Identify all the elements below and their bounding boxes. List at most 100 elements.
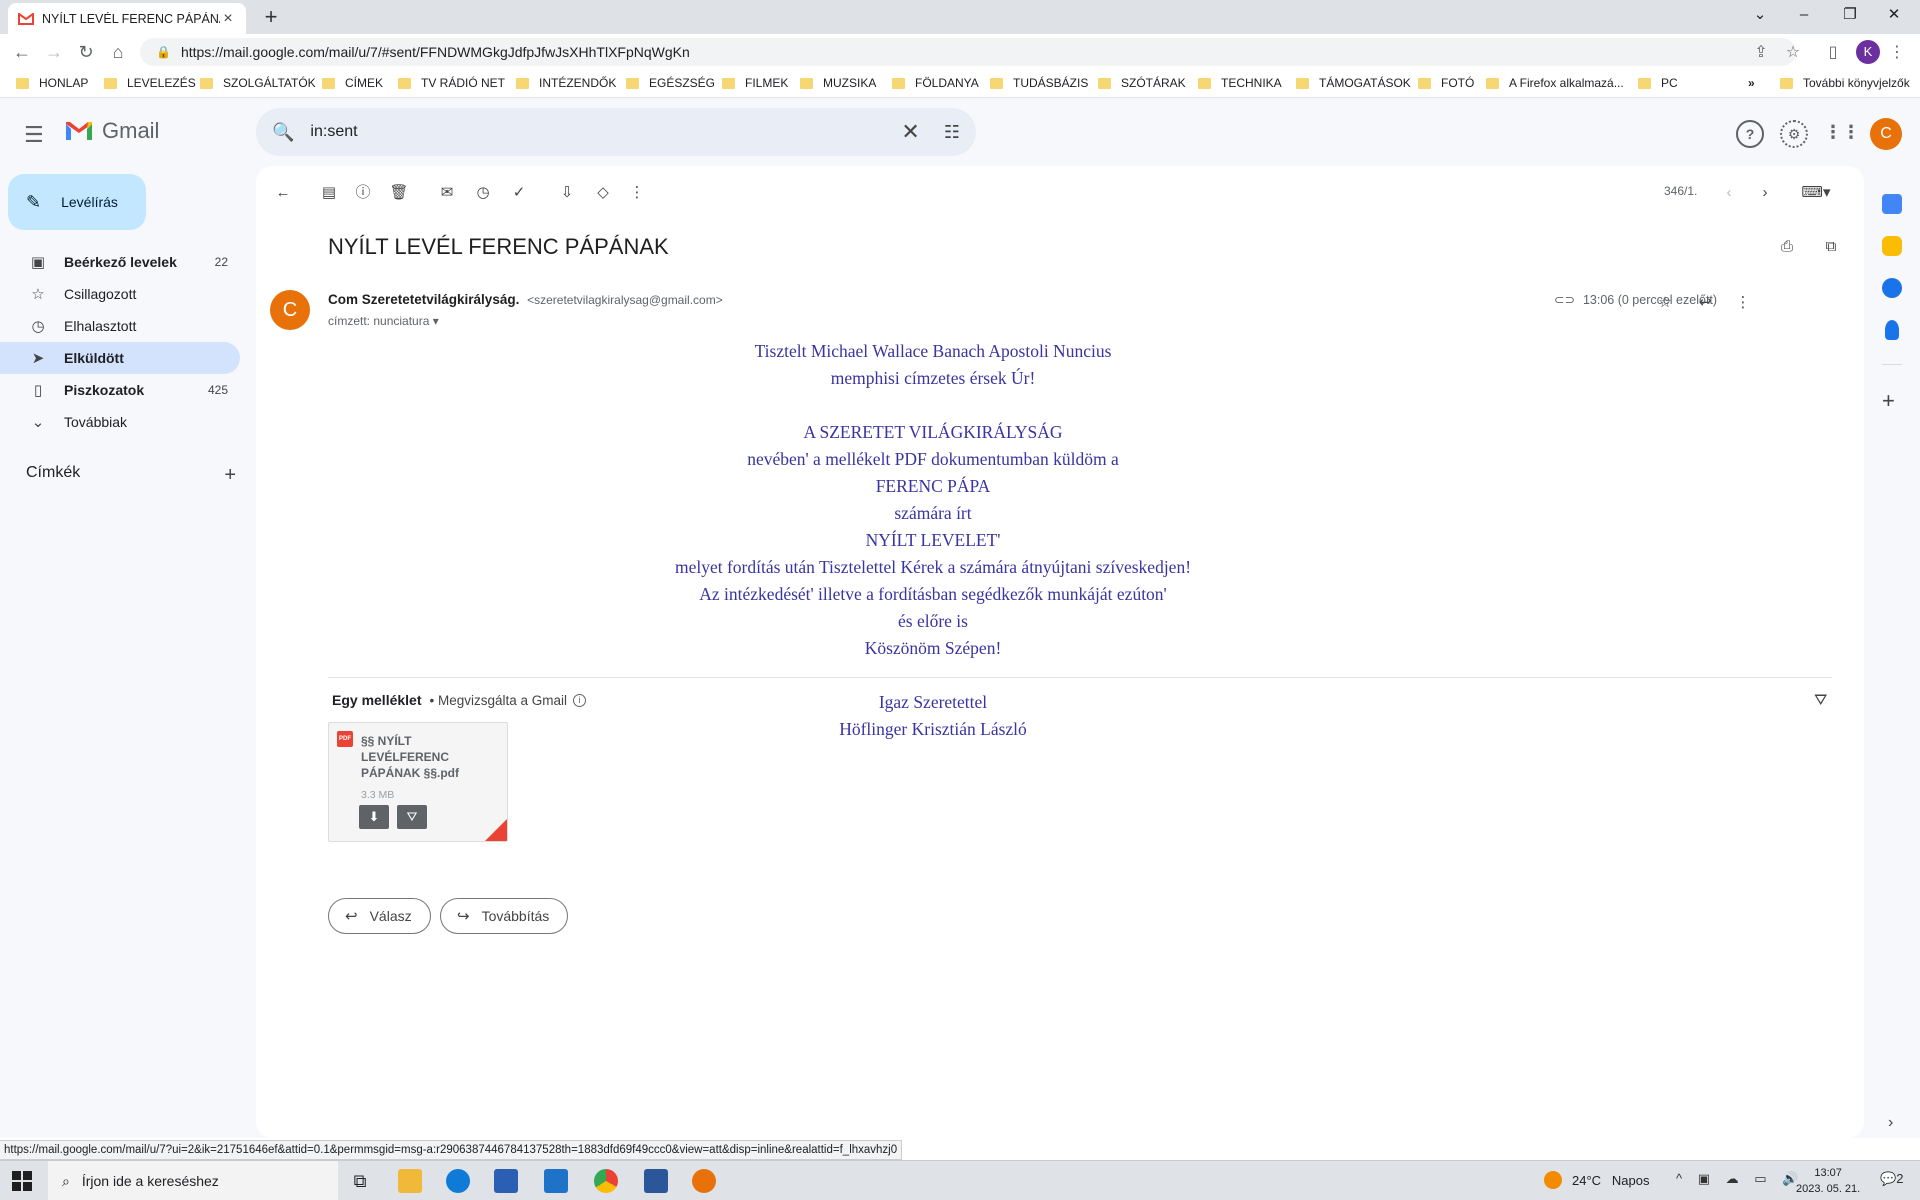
- back-to-list-icon[interactable]: ←: [272, 182, 294, 204]
- print-icon[interactable]: ⎙: [1776, 236, 1798, 258]
- caret-down-icon[interactable]: ▾: [433, 314, 439, 328]
- recipient-details[interactable]: címzett: nunciatura ▾: [328, 314, 439, 328]
- nav-snoozed[interactable]: ◷ Elhalasztott: [0, 310, 240, 342]
- bookmark-folder[interactable]: FILMEK: [722, 76, 788, 90]
- store-icon[interactable]: [494, 1169, 518, 1193]
- open-new-window-icon[interactable]: ⧉: [1820, 236, 1842, 258]
- bookmark-folder[interactable]: FÖLDANYA: [892, 76, 979, 90]
- bookmark-folder[interactable]: TÁMOGATÁSOK: [1296, 76, 1411, 90]
- gmail-logo[interactable]: Gmail: [64, 118, 159, 144]
- address-bar[interactable]: 🔒 https://mail.google.com/mail/u/7/#sent…: [140, 38, 1796, 66]
- task-view-icon[interactable]: ⧉: [348, 1169, 372, 1193]
- main-menu-icon[interactable]: ☰: [24, 122, 44, 148]
- add-label-icon[interactable]: +: [224, 464, 236, 487]
- contacts-icon[interactable]: [1885, 320, 1899, 340]
- bookmark-folder[interactable]: CÍMEK: [322, 76, 383, 90]
- calendar-icon[interactable]: [1882, 194, 1902, 214]
- bookmark-folder[interactable]: LEVELEZÉS: [104, 76, 196, 90]
- bookmark-star-icon[interactable]: ☆: [1782, 42, 1804, 64]
- message-more-icon[interactable]: ⋮: [1732, 292, 1754, 314]
- report-spam-icon[interactable]: ⓘ: [352, 182, 374, 204]
- nav-more[interactable]: ⌄ Továbbiak: [0, 406, 240, 438]
- bookmark-folder[interactable]: HONLAP: [16, 76, 88, 90]
- new-tab-button[interactable]: +: [258, 5, 284, 31]
- mail-app-icon[interactable]: [544, 1169, 568, 1193]
- word-icon[interactable]: [644, 1169, 668, 1193]
- forward-icon[interactable]: →: [42, 40, 66, 64]
- edge-icon[interactable]: [446, 1169, 470, 1193]
- mark-unread-icon[interactable]: ✉: [436, 182, 458, 204]
- tab-close-icon[interactable]: ×: [220, 10, 236, 28]
- bookmark-folder[interactable]: TUDÁSBÁZIS: [990, 76, 1088, 90]
- bookmark-folder[interactable]: PC: [1638, 76, 1678, 90]
- bookmarks-overflow-button[interactable]: »: [1748, 76, 1755, 90]
- label-icon[interactable]: ◇: [592, 182, 614, 204]
- input-tools-icon[interactable]: ⌨▾: [1796, 182, 1836, 204]
- search-input[interactable]: in:sent: [310, 123, 901, 141]
- reload-icon[interactable]: ↻: [74, 40, 98, 64]
- bookmark-folder[interactable]: TECHNIKA: [1198, 76, 1282, 90]
- tasks-icon[interactable]: [1882, 278, 1902, 298]
- bookmark-folder[interactable]: EGÉSZSÉG: [626, 76, 715, 90]
- system-tray-icons[interactable]: ^ ▣ ☁ ▭ 🔊: [1676, 1171, 1804, 1187]
- sender-avatar[interactable]: C: [270, 290, 310, 330]
- minimize-button[interactable]: –: [1782, 0, 1826, 30]
- compose-button[interactable]: ✎ Levélírás: [8, 174, 146, 230]
- expand-panel-icon[interactable]: ›: [1888, 1114, 1893, 1132]
- chrome-icon[interactable]: [594, 1169, 618, 1193]
- snooze-icon[interactable]: ◷: [472, 182, 494, 204]
- taskbar-clock[interactable]: 13:07 2023. 05. 21.: [1796, 1165, 1860, 1197]
- nav-starred[interactable]: ☆ Csillagozott: [0, 278, 240, 310]
- notification-center-icon[interactable]: 💬2: [1880, 1171, 1903, 1187]
- bookmark-folder[interactable]: SZOLGÁLTATÓK: [200, 76, 316, 90]
- bookmark-folder[interactable]: INTÉZENDŐK: [516, 76, 616, 90]
- close-window-button[interactable]: ✕: [1872, 0, 1916, 30]
- bookmark-folder[interactable]: A Firefox alkalmazá...: [1486, 76, 1624, 90]
- more-actions-icon[interactable]: ⋮: [626, 182, 648, 204]
- side-panel-icon[interactable]: ▯: [1822, 42, 1844, 64]
- archive-icon[interactable]: ▤: [318, 182, 340, 204]
- nav-inbox[interactable]: ▣ Beérkező levelek 22: [0, 246, 240, 278]
- settings-gear-icon[interactable]: ⚙: [1780, 120, 1808, 148]
- search-options-icon[interactable]: ☷: [944, 122, 960, 143]
- bookmark-folder[interactable]: TV RÁDIÓ NET: [398, 76, 505, 90]
- tab-search-icon[interactable]: ⌄: [1738, 0, 1782, 30]
- add-all-to-drive-icon[interactable]: ⛛: [1814, 692, 1827, 710]
- back-icon[interactable]: ←: [10, 40, 34, 64]
- keep-icon[interactable]: [1882, 236, 1902, 256]
- add-task-icon[interactable]: ✓: [508, 182, 530, 204]
- info-icon[interactable]: i: [573, 693, 587, 707]
- bookmark-folder[interactable]: FOTÓ: [1418, 76, 1474, 90]
- reply-button[interactable]: ↩ Válasz: [328, 898, 431, 934]
- download-icon[interactable]: ⬇: [359, 805, 389, 829]
- help-icon[interactable]: ?: [1736, 120, 1764, 148]
- app-icon[interactable]: [692, 1169, 716, 1193]
- restore-button[interactable]: ❐: [1828, 0, 1872, 30]
- newer-icon[interactable]: ‹: [1718, 182, 1740, 204]
- nav-sent[interactable]: ➤ Elküldött: [0, 342, 240, 374]
- older-icon[interactable]: ›: [1754, 182, 1776, 204]
- add-addon-icon[interactable]: +: [1882, 388, 1895, 414]
- taskbar-search[interactable]: ⌕ Írjon ide a kereséshez: [48, 1161, 338, 1200]
- forward-button[interactable]: ↪ Továbbítás: [440, 898, 569, 934]
- share-icon[interactable]: ⇪: [1750, 42, 1772, 64]
- mail-search-bar[interactable]: 🔍 in:sent ✕ ☷: [256, 108, 976, 156]
- clear-search-icon[interactable]: ✕: [901, 119, 919, 145]
- star-message-icon[interactable]: ☆: [1654, 292, 1676, 314]
- attachment-card[interactable]: PDF §§ NYÍLT LEVÉLFERENC PÁPÁNAK §§.pdf …: [328, 722, 508, 842]
- windows-start-icon[interactable]: [12, 1171, 32, 1191]
- other-bookmarks[interactable]: További könyvjelzők: [1780, 76, 1910, 90]
- file-explorer-icon[interactable]: [398, 1169, 422, 1193]
- account-avatar[interactable]: C: [1870, 118, 1902, 150]
- browser-menu-icon[interactable]: ⋮: [1886, 42, 1908, 64]
- apps-grid-icon[interactable]: ⋮⋮: [1824, 120, 1860, 148]
- weather-widget[interactable]: 24°C Napos: [1544, 1171, 1649, 1189]
- move-to-icon[interactable]: ⇩: [556, 182, 578, 204]
- bookmark-folder[interactable]: MUZSIKA: [800, 76, 876, 90]
- home-icon[interactable]: ⌂: [106, 40, 130, 64]
- search-icon[interactable]: 🔍: [272, 122, 294, 143]
- browser-profile-avatar[interactable]: K: [1856, 40, 1880, 64]
- reply-icon[interactable]: ↩: [1694, 292, 1716, 314]
- bookmark-folder[interactable]: SZÓTÁRAK: [1098, 76, 1186, 90]
- save-to-drive-icon[interactable]: ⛛: [397, 805, 427, 829]
